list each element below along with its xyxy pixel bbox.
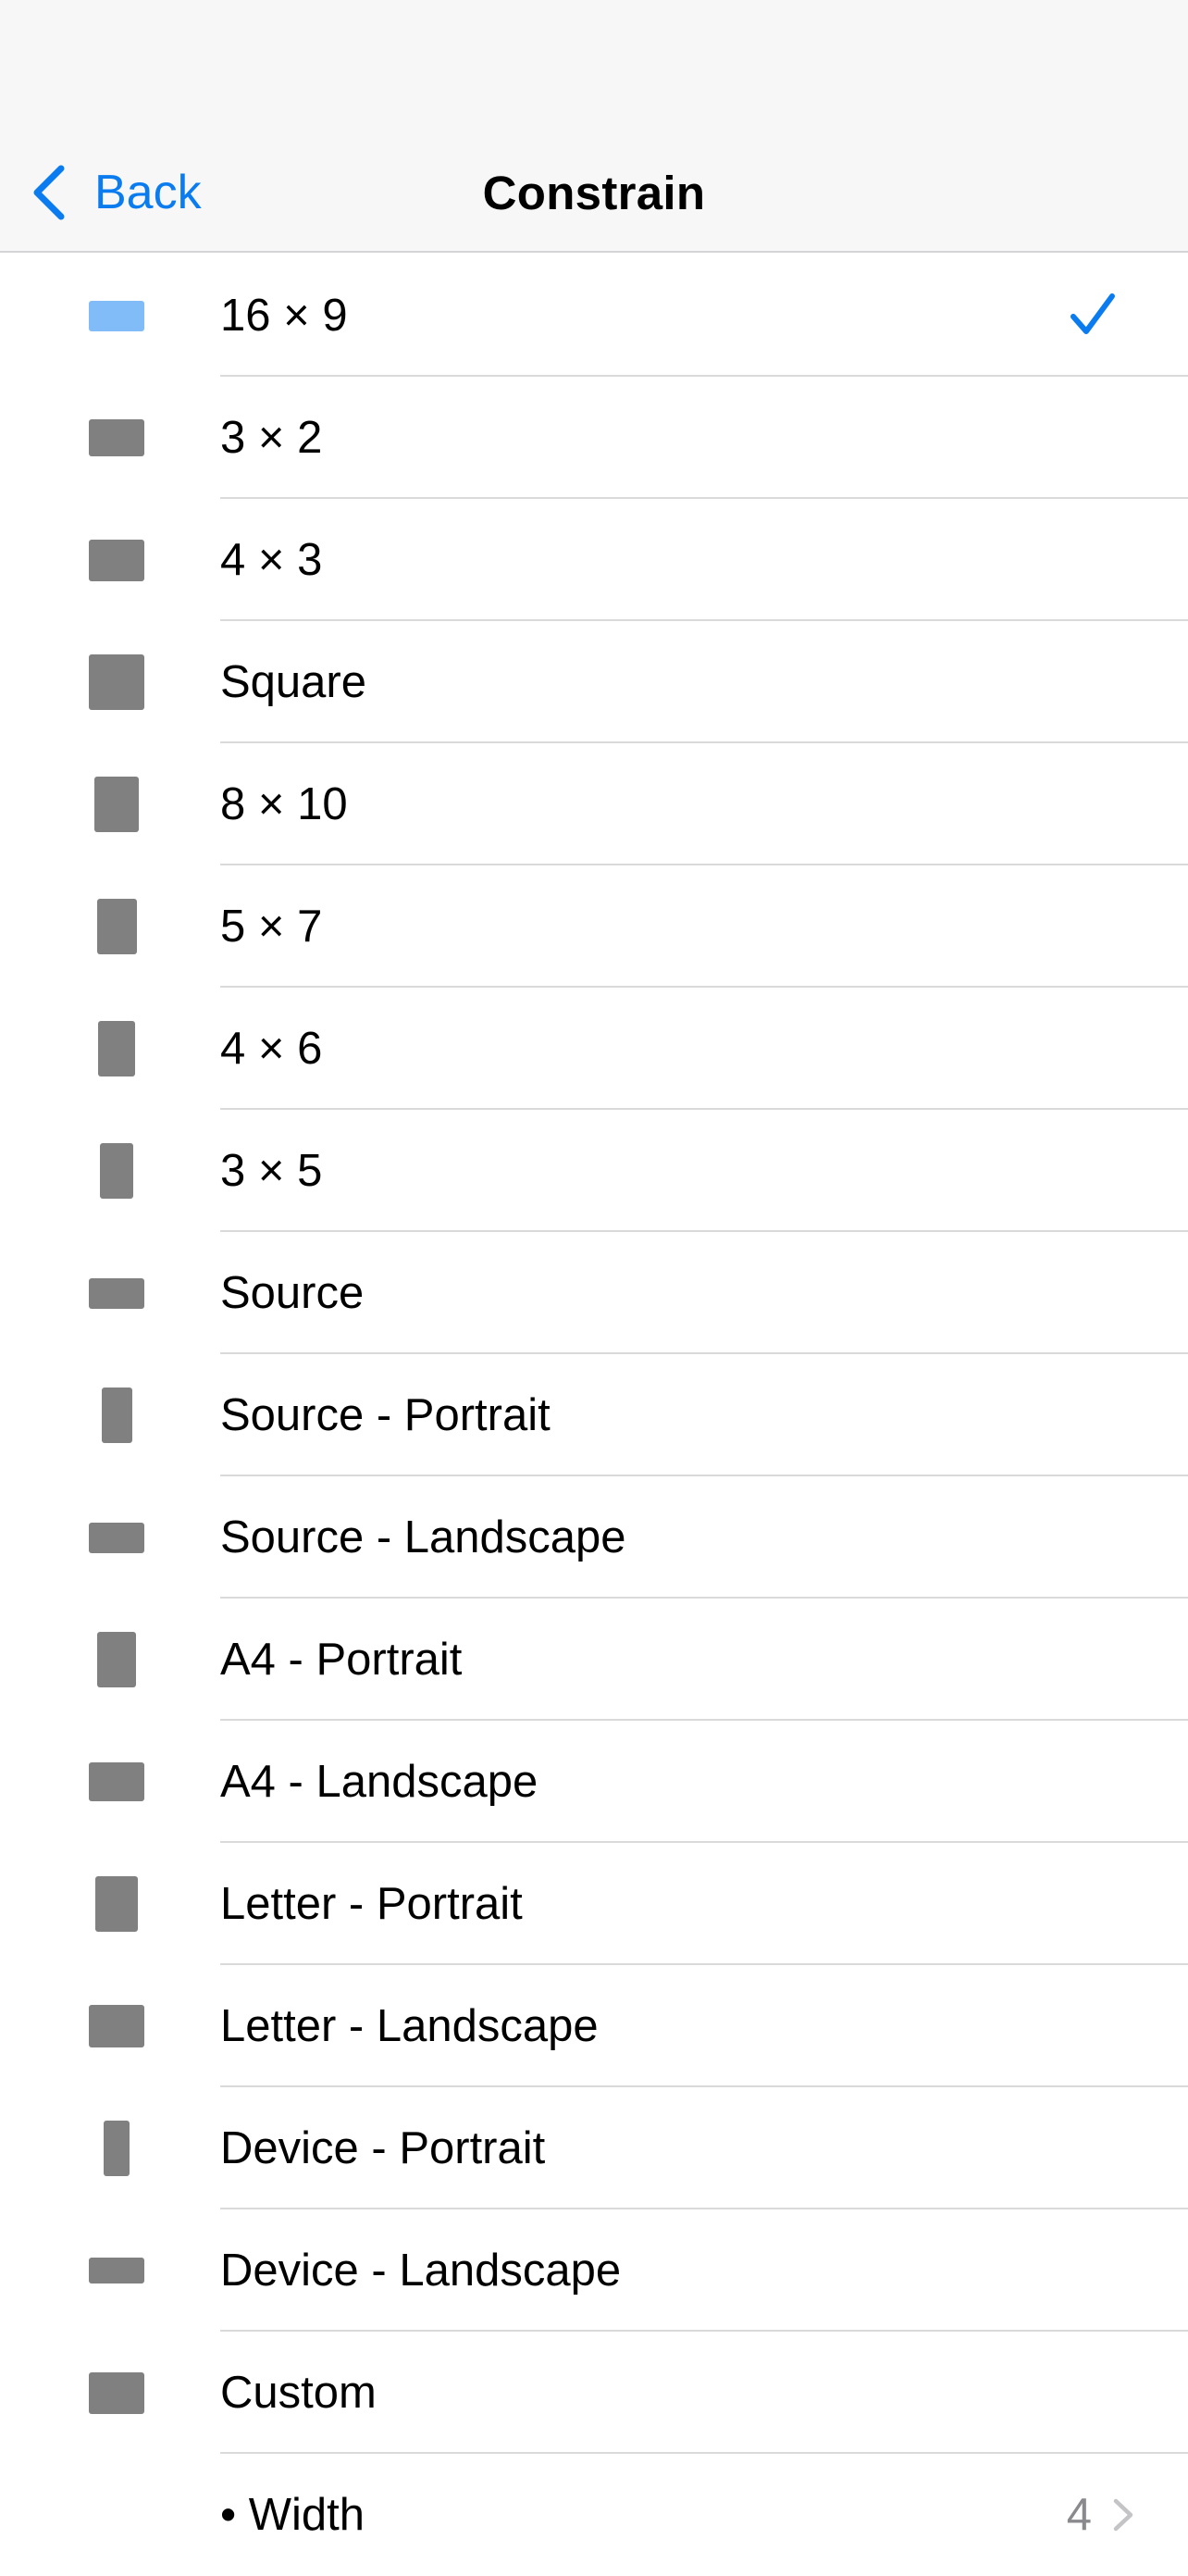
aspect-4x6-icon xyxy=(98,1021,135,1076)
list-item-custom[interactable]: Custom xyxy=(0,2332,1188,2454)
list-item-label: A4 - Portrait xyxy=(220,1634,463,1685)
aspect-letter-portrait-icon xyxy=(95,1876,138,1932)
aspect-16x9-icon xyxy=(89,300,144,331)
aspect-a4-landscape-icon xyxy=(89,1762,144,1801)
list-item-4x6[interactable]: 4 × 6 xyxy=(0,988,1188,1110)
list-item-3x2[interactable]: 3 × 2 xyxy=(0,377,1188,499)
aspect-8x10-icon xyxy=(94,777,139,832)
chevron-right-icon xyxy=(1113,2498,1133,2532)
list-item-label: Device - Portrait xyxy=(220,2122,546,2173)
list-item-label: 3 × 5 xyxy=(220,1145,323,1196)
list-item-label: 4 × 6 xyxy=(220,1023,323,1074)
list-item-8x10[interactable]: 8 × 10 xyxy=(0,743,1188,865)
list-item-label: Source - Portrait xyxy=(220,1389,551,1440)
list-item-label: Custom xyxy=(220,2367,377,2418)
list-item-label: 4 × 3 xyxy=(220,534,323,585)
list-item-a4-portrait[interactable]: A4 - Portrait xyxy=(0,1599,1188,1721)
list-item-4x3[interactable]: 4 × 3 xyxy=(0,499,1188,621)
aspect-square-icon xyxy=(89,654,144,710)
list-item-label: 8 × 10 xyxy=(220,778,348,829)
aspect-source-landscape-icon xyxy=(89,1522,144,1553)
list-item-label: Source - Landscape xyxy=(220,1512,626,1562)
list-item-label: Letter - Landscape xyxy=(220,2000,599,2051)
aspect-5x7-icon xyxy=(96,899,137,954)
list-item-letter-landscape[interactable]: Letter - Landscape xyxy=(0,1965,1188,2087)
aspect-3x5-icon xyxy=(100,1143,133,1199)
navigation-bar: Back Constrain xyxy=(0,0,1188,253)
custom-width-label: • Width xyxy=(220,2489,365,2540)
checkmark-icon xyxy=(1070,293,1115,334)
custom-width-row[interactable]: • Width 4 xyxy=(0,2454,1188,2576)
aspect-device-portrait-icon xyxy=(104,2121,130,2176)
aspect-source-portrait-icon xyxy=(101,1388,132,1443)
list-item-16x9[interactable]: 16 × 9 xyxy=(0,255,1188,377)
aspect-device-landscape-icon xyxy=(89,2258,144,2284)
aspect-3x2-icon xyxy=(89,419,144,456)
list-item-3x5[interactable]: 3 × 5 xyxy=(0,1110,1188,1232)
list-item-label: 3 × 2 xyxy=(220,412,323,463)
aspect-source-icon xyxy=(89,1277,144,1309)
list-item-square[interactable]: Square xyxy=(0,621,1188,743)
list-item-source-portrait[interactable]: Source - Portrait xyxy=(0,1354,1188,1476)
list-item-label: A4 - Landscape xyxy=(220,1756,538,1807)
constraint-list: 16 × 9 3 × 2 4 × 3 Square 8 × 10 5 × 7 4… xyxy=(0,255,1188,2576)
list-item-label: 5 × 7 xyxy=(220,901,323,952)
page-title: Constrain xyxy=(482,166,706,219)
list-item-label: Square xyxy=(220,656,367,707)
list-item-device-portrait[interactable]: Device - Portrait xyxy=(0,2087,1188,2209)
list-item-source-landscape[interactable]: Source - Landscape xyxy=(0,1476,1188,1599)
list-item-5x7[interactable]: 5 × 7 xyxy=(0,865,1188,988)
custom-width-value: 4 xyxy=(1066,2490,1092,2540)
aspect-letter-landscape-icon xyxy=(89,2005,144,2047)
list-item-device-landscape[interactable]: Device - Landscape xyxy=(0,2209,1188,2332)
list-item-letter-portrait[interactable]: Letter - Portrait xyxy=(0,1843,1188,1965)
list-item-label: Device - Landscape xyxy=(220,2245,622,2296)
list-item-source[interactable]: Source xyxy=(0,1232,1188,1354)
aspect-a4-portrait-icon xyxy=(97,1632,136,1687)
list-item-label: Letter - Portrait xyxy=(220,1878,523,1929)
list-item-label: 16 × 9 xyxy=(220,290,348,341)
aspect-4x3-icon xyxy=(89,539,144,581)
aspect-custom-icon xyxy=(89,2371,144,2414)
list-item-label: Source xyxy=(220,1267,365,1318)
list-item-a4-landscape[interactable]: A4 - Landscape xyxy=(0,1721,1188,1843)
